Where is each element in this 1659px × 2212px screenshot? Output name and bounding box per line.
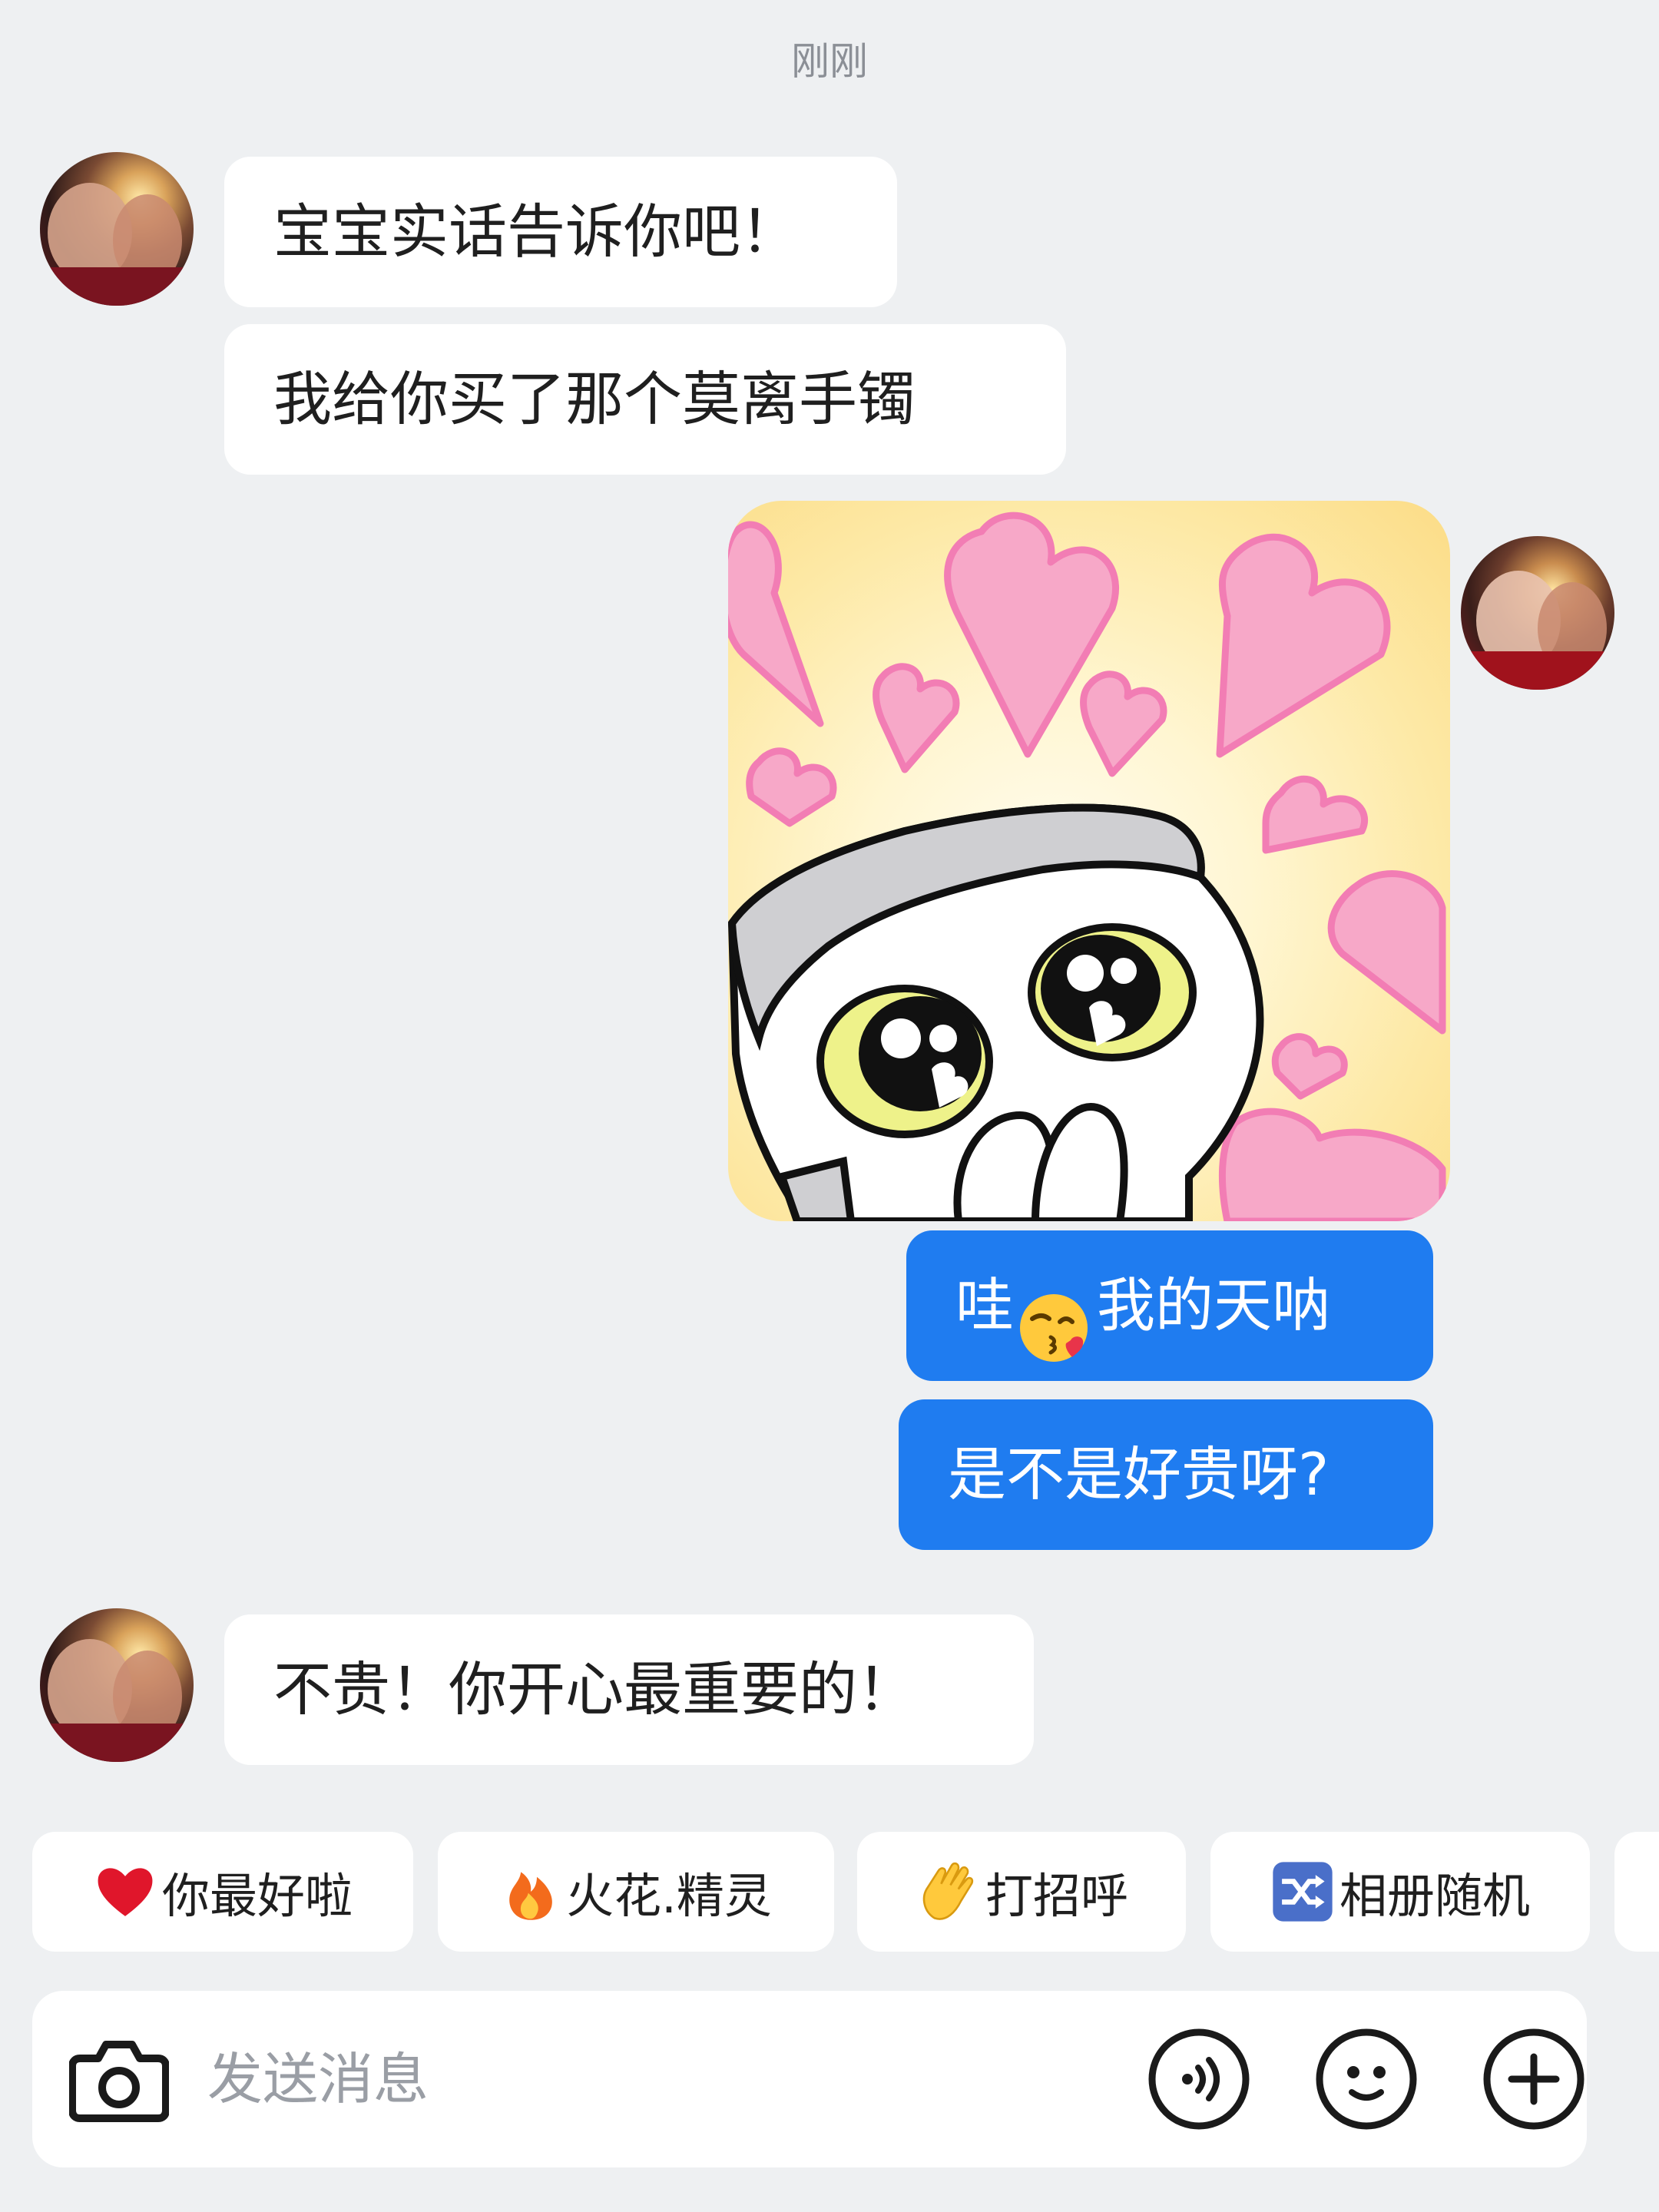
- quick-reply-label: 相册随机: [1339, 1868, 1530, 1924]
- my-avatar[interactable]: [1461, 536, 1614, 690]
- heart-emoji: [93, 1859, 157, 1924]
- quick-reply-chip[interactable]: 你最好啦: [32, 1832, 413, 1952]
- voice-icon[interactable]: [1147, 2028, 1250, 2131]
- sticker-cat-hearts[interactable]: [728, 501, 1450, 1221]
- message-text: 宝宝实话告诉你吧！: [273, 197, 799, 266]
- quick-reply-label: 打招呼: [985, 1868, 1128, 1924]
- message-text-part: 哇: [955, 1271, 1014, 1339]
- quick-reply-label: 火花.精灵: [566, 1868, 772, 1924]
- message-text: 不贵！你开心最重要的！: [273, 1655, 916, 1724]
- fire-emoji: [500, 1859, 561, 1924]
- message-bubble-sent[interactable]: 哇 我的天呐: [906, 1230, 1433, 1381]
- wave-emoji: [915, 1859, 981, 1925]
- quick-reply-chip[interactable]: 打招呼: [857, 1832, 1186, 1952]
- quick-reply-chip[interactable]: 相册随机: [1210, 1832, 1590, 1952]
- message-input[interactable]: 发送消息: [207, 1991, 429, 2167]
- plus-icon[interactable]: [1482, 2028, 1585, 2131]
- sticker-image: [728, 512, 1446, 1221]
- camera-icon[interactable]: [68, 2031, 170, 2128]
- message-bubble-received[interactable]: 我给你买了那个莫离手镯: [224, 324, 1066, 475]
- contact-avatar[interactable]: [40, 152, 194, 306]
- contact-avatar[interactable]: [40, 1608, 194, 1762]
- message-composer: 发送消息: [32, 1991, 1587, 2167]
- quick-reply-bar: 你最好啦 火花.精灵 打招呼 相册随机: [0, 1832, 1659, 1952]
- emoji-face-icon[interactable]: [1315, 2028, 1418, 2131]
- message-text: 是不是好贵呀?: [948, 1440, 1330, 1508]
- quick-reply-chip-partial[interactable]: [1614, 1832, 1659, 1952]
- message-text: 我给你买了那个莫离手镯: [273, 365, 916, 433]
- kiss-heart-emoji: [1017, 1271, 1094, 1362]
- message-bubble-received[interactable]: 宝宝实话告诉你吧！: [224, 157, 897, 307]
- quick-reply-label: 你最好啦: [161, 1868, 353, 1924]
- message-bubble-received[interactable]: 不贵！你开心最重要的！: [224, 1614, 1034, 1765]
- shuffle-icon: [1270, 1859, 1335, 1924]
- timestamp: 刚刚: [791, 39, 868, 84]
- quick-reply-chip[interactable]: 火花.精灵: [438, 1832, 834, 1952]
- message-text-part: 我的天呐: [1097, 1271, 1330, 1339]
- message-bubble-sent[interactable]: 是不是好贵呀?: [899, 1399, 1433, 1550]
